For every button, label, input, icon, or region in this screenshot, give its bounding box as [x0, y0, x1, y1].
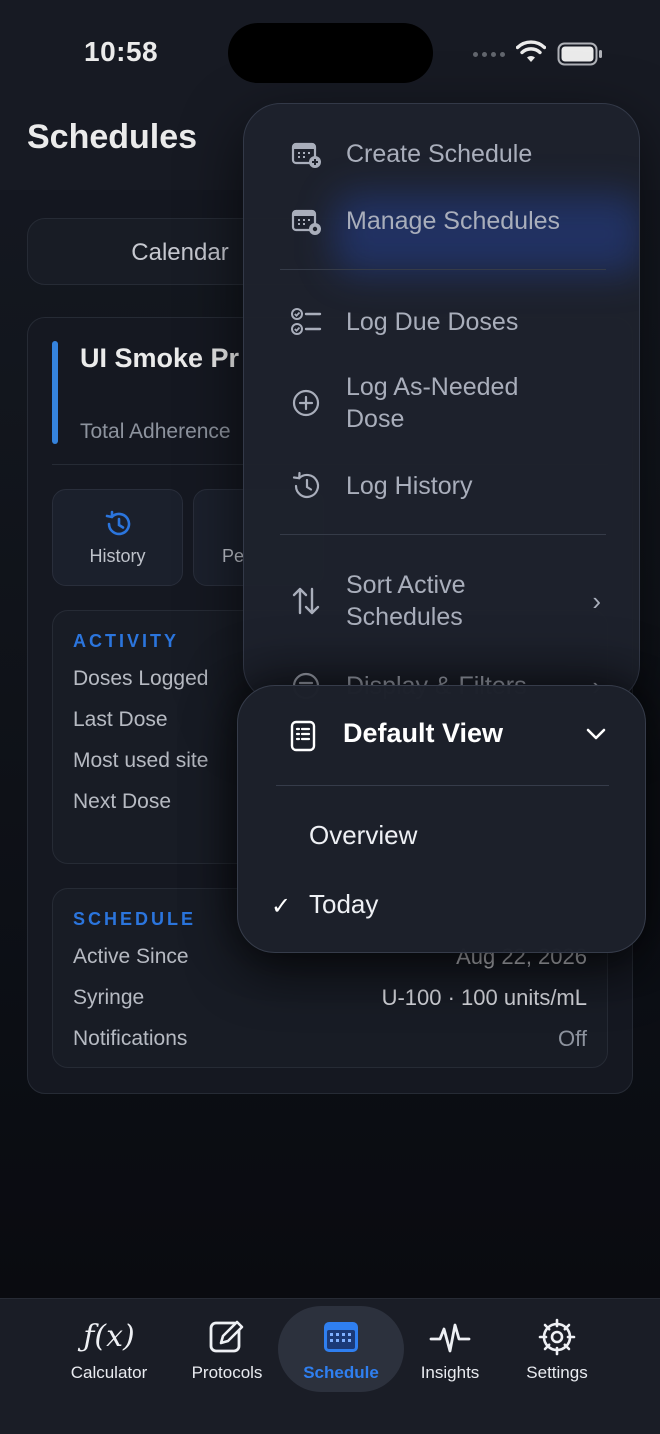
menu-separator	[280, 534, 606, 535]
sort-arrows-icon	[292, 587, 320, 615]
menu-label: Log History	[346, 472, 473, 500]
pulse-icon	[429, 1323, 471, 1353]
menu-item-log-due-doses[interactable]: Log Due Doses	[244, 302, 639, 342]
history-icon	[292, 471, 320, 499]
menu-item-sort-active-schedules[interactable]: Sort Active Schedules ›	[244, 568, 639, 634]
gear-icon	[538, 1318, 576, 1356]
tab-protocols[interactable]: Protocols	[162, 1299, 292, 1399]
calendar-gear-icon	[291, 209, 321, 235]
option-overview[interactable]: Overview	[309, 820, 417, 851]
tab-bar: ƒ(x) Calculator Protocols Schedule Insig…	[0, 1298, 660, 1434]
function-icon: ƒ(x)	[83, 1319, 135, 1354]
menu-label: Create Schedule	[346, 140, 533, 168]
menu-item-log-history[interactable]: Log History	[244, 466, 639, 506]
calendar-grid-icon	[324, 1322, 358, 1352]
option-today[interactable]: Today	[309, 889, 378, 920]
checklist-icon	[291, 308, 322, 335]
plus-circle-icon	[292, 389, 320, 417]
tab-settings[interactable]: Settings	[492, 1299, 622, 1399]
menu-item-manage-schedules[interactable]: Manage Schedules	[244, 201, 639, 241]
schedule-actions-menu: Create Schedule Manage Schedules Log Due…	[243, 103, 640, 703]
menu-label: Log Due Doses	[346, 308, 519, 336]
chevron-down-icon[interactable]	[584, 726, 608, 742]
tab-label: Settings	[526, 1363, 588, 1382]
menu-label: Manage Schedules	[346, 207, 561, 235]
menu-item-log-as-needed[interactable]: Log As-Needed Dose	[244, 370, 639, 436]
menu-label: Log As-Needed Dose	[346, 373, 519, 433]
menu-label: Sort Active Schedules	[346, 571, 466, 631]
tab-label: Calculator	[70, 1363, 148, 1382]
default-view-submenu: Default View Overview ✓ Today	[237, 685, 646, 953]
chevron-right-icon: ›	[592, 585, 601, 616]
checkmark-icon: ✓	[271, 893, 292, 920]
calendar-plus-icon	[291, 142, 321, 168]
default-view-title[interactable]: Default View	[343, 718, 503, 749]
document-list-icon	[290, 720, 316, 752]
submenu-separator	[276, 785, 609, 786]
tab-calculator[interactable]: ƒ(x) Calculator	[44, 1299, 174, 1399]
edit-square-icon	[209, 1320, 244, 1353]
menu-separator	[280, 269, 606, 270]
menu-item-create-schedule[interactable]: Create Schedule	[244, 134, 639, 174]
tab-label: Protocols	[191, 1363, 263, 1382]
